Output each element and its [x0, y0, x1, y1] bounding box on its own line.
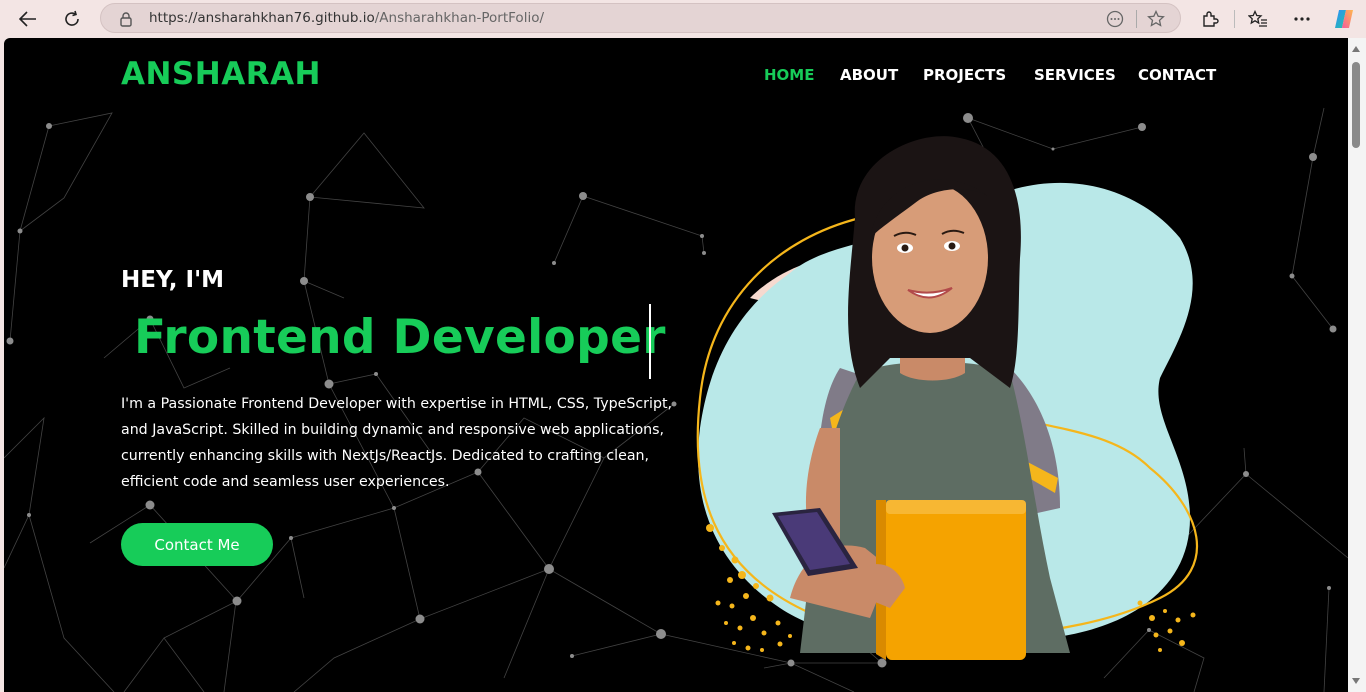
hero-greeting: HEY, I'M [121, 267, 225, 293]
hero-portrait-image [696, 136, 1199, 660]
hero-role: Frontend Developer [134, 310, 666, 365]
scroll-up-icon[interactable] [1352, 46, 1360, 52]
url-text[interactable]: https://ansharahkhan76.github.io/Anshara… [149, 10, 544, 26]
browser-toolbar: https://ansharahkhan76.github.io/Anshara… [0, 0, 1366, 38]
more-icon[interactable] [1288, 5, 1316, 33]
nav-services[interactable]: SERVICES [1034, 66, 1116, 84]
scrollbar-thumb[interactable] [1352, 62, 1360, 148]
lock-icon[interactable] [119, 11, 133, 32]
page-scrollbar[interactable] [1348, 38, 1366, 692]
extensions-icon[interactable] [1196, 5, 1224, 33]
url-separator [1136, 10, 1137, 28]
scroll-down-icon[interactable] [1352, 678, 1360, 684]
toolbar-separator [1234, 10, 1235, 28]
url-host: https://ansharahkhan76.github.io [149, 10, 375, 26]
reload-icon[interactable] [58, 5, 86, 33]
typing-cursor [649, 304, 651, 379]
contact-me-button[interactable]: Contact Me [121, 523, 273, 566]
page-viewport: ANSHARAH HOME ABOUT PROJECTS SERVICES CO… [4, 38, 1348, 692]
nav-home[interactable]: HOME [764, 66, 814, 84]
address-bar[interactable]: https://ansharahkhan76.github.io/Anshara… [100, 3, 1181, 33]
nav-about[interactable]: ABOUT [840, 66, 898, 84]
back-icon[interactable] [14, 5, 42, 33]
nav-projects[interactable]: PROJECTS [923, 66, 1006, 84]
site-logo[interactable]: ANSHARAH [121, 56, 321, 92]
url-path: /Ansharahkhan-PortFolio/ [374, 10, 545, 26]
nav-contact[interactable]: CONTACT [1138, 66, 1216, 84]
reader-icon[interactable] [1105, 9, 1125, 29]
hero-description: I'm a Passionate Frontend Developer with… [121, 396, 673, 490]
copilot-icon[interactable] [1330, 5, 1358, 33]
favorites-icon[interactable] [1244, 5, 1272, 33]
favorite-star-icon[interactable] [1146, 9, 1166, 29]
